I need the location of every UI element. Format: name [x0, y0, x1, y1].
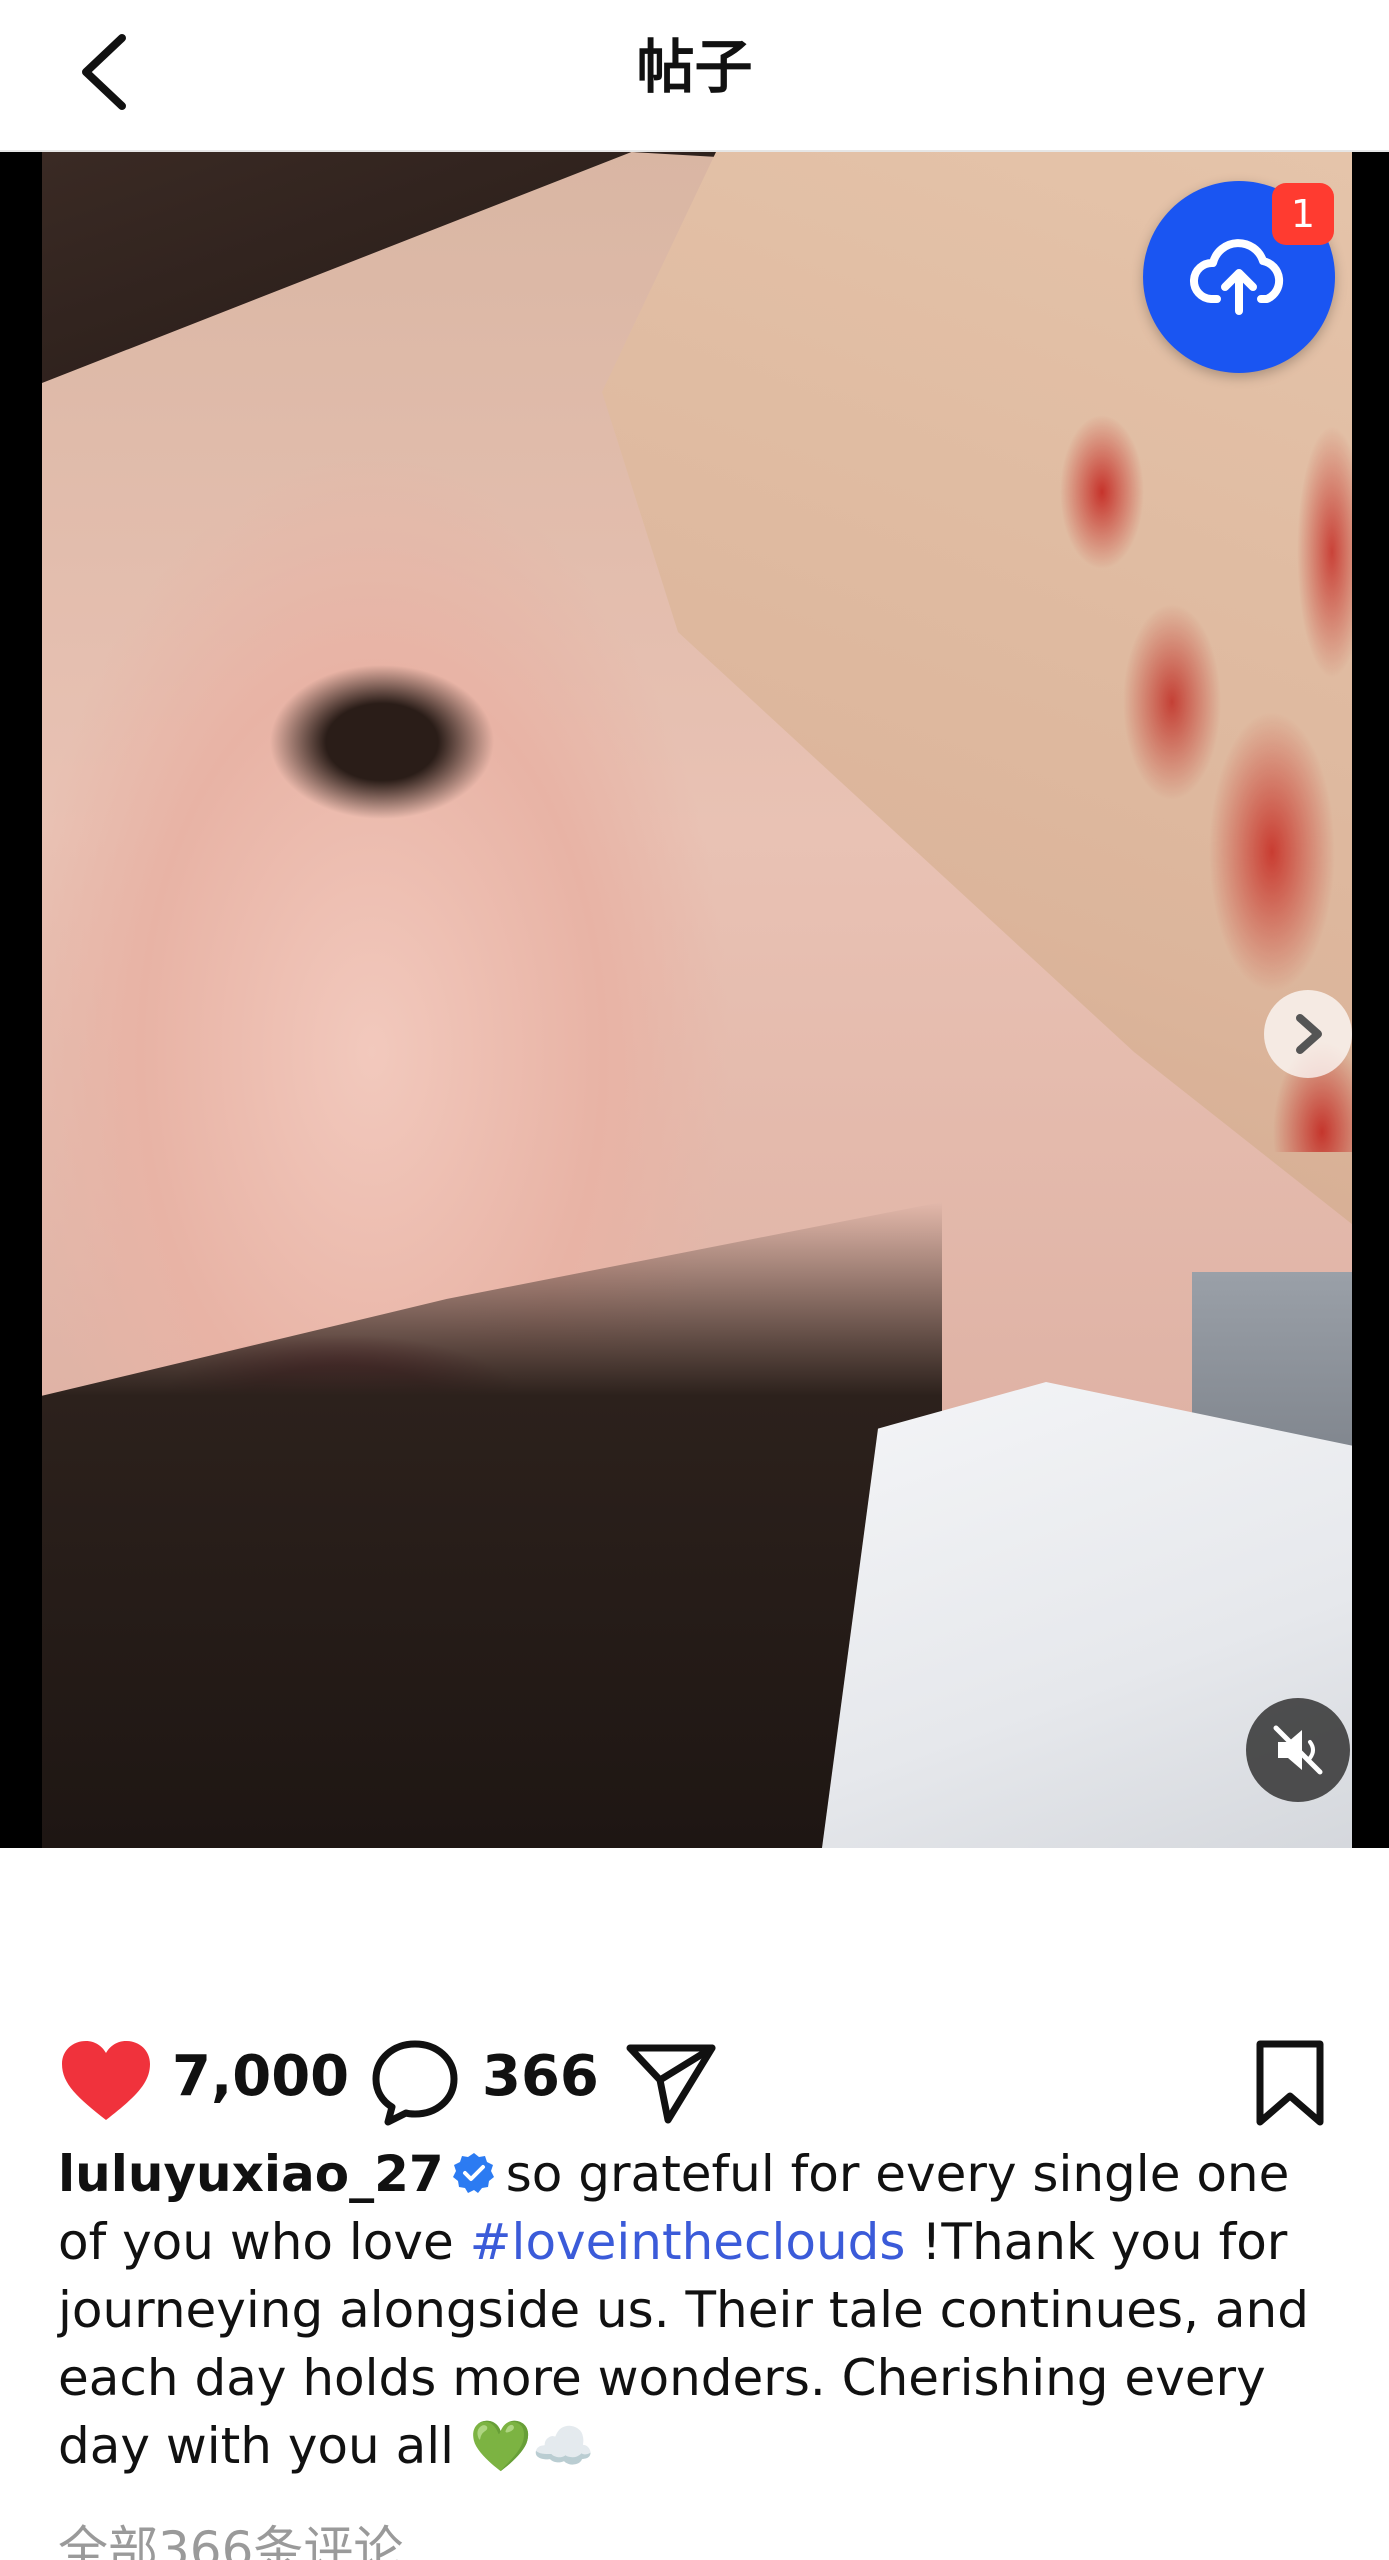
cloud-emoji: ☁️ [532, 2417, 595, 2475]
bookmark-icon[interactable] [1252, 2038, 1328, 2128]
green-heart-emoji: 💚 [469, 2417, 533, 2475]
chevron-right-icon [1296, 1014, 1322, 1054]
cloud-upload-icon [1189, 239, 1284, 315]
upload-badge: 1 [1272, 183, 1334, 245]
speaker-muted-icon [1273, 1725, 1323, 1775]
comment-bubble-icon[interactable] [370, 2038, 460, 2126]
like-heart-icon[interactable] [58, 2038, 154, 2124]
page-title: 帖子 [636, 33, 753, 101]
next-media-button[interactable] [1264, 990, 1352, 1078]
author-username[interactable]: luluyuxiao_27 [58, 2145, 444, 2203]
top-bar: 帖子 [0, 0, 1389, 152]
comment-count: 366 [482, 2044, 599, 2109]
post-photo[interactable] [42, 152, 1352, 1848]
view-all-comments-link[interactable]: 全部366条评论 [58, 2505, 1348, 2560]
share-send-icon[interactable] [624, 2040, 718, 2126]
post-caption: luluyuxiao_27 so grateful for every sing… [58, 2140, 1348, 2480]
verified-badge-icon [452, 2153, 494, 2193]
media-container [0, 152, 1389, 1848]
like-count: 7,000 [172, 2044, 350, 2109]
action-bar: 7,000 366 [0, 2020, 1389, 2140]
hashtag-link[interactable]: #loveintheclouds [470, 2213, 906, 2271]
mute-toggle-button[interactable] [1246, 1698, 1350, 1802]
post-page: 帖子 1 7,000 366 luluyuxiao_27 so grateful… [0, 0, 1389, 2560]
